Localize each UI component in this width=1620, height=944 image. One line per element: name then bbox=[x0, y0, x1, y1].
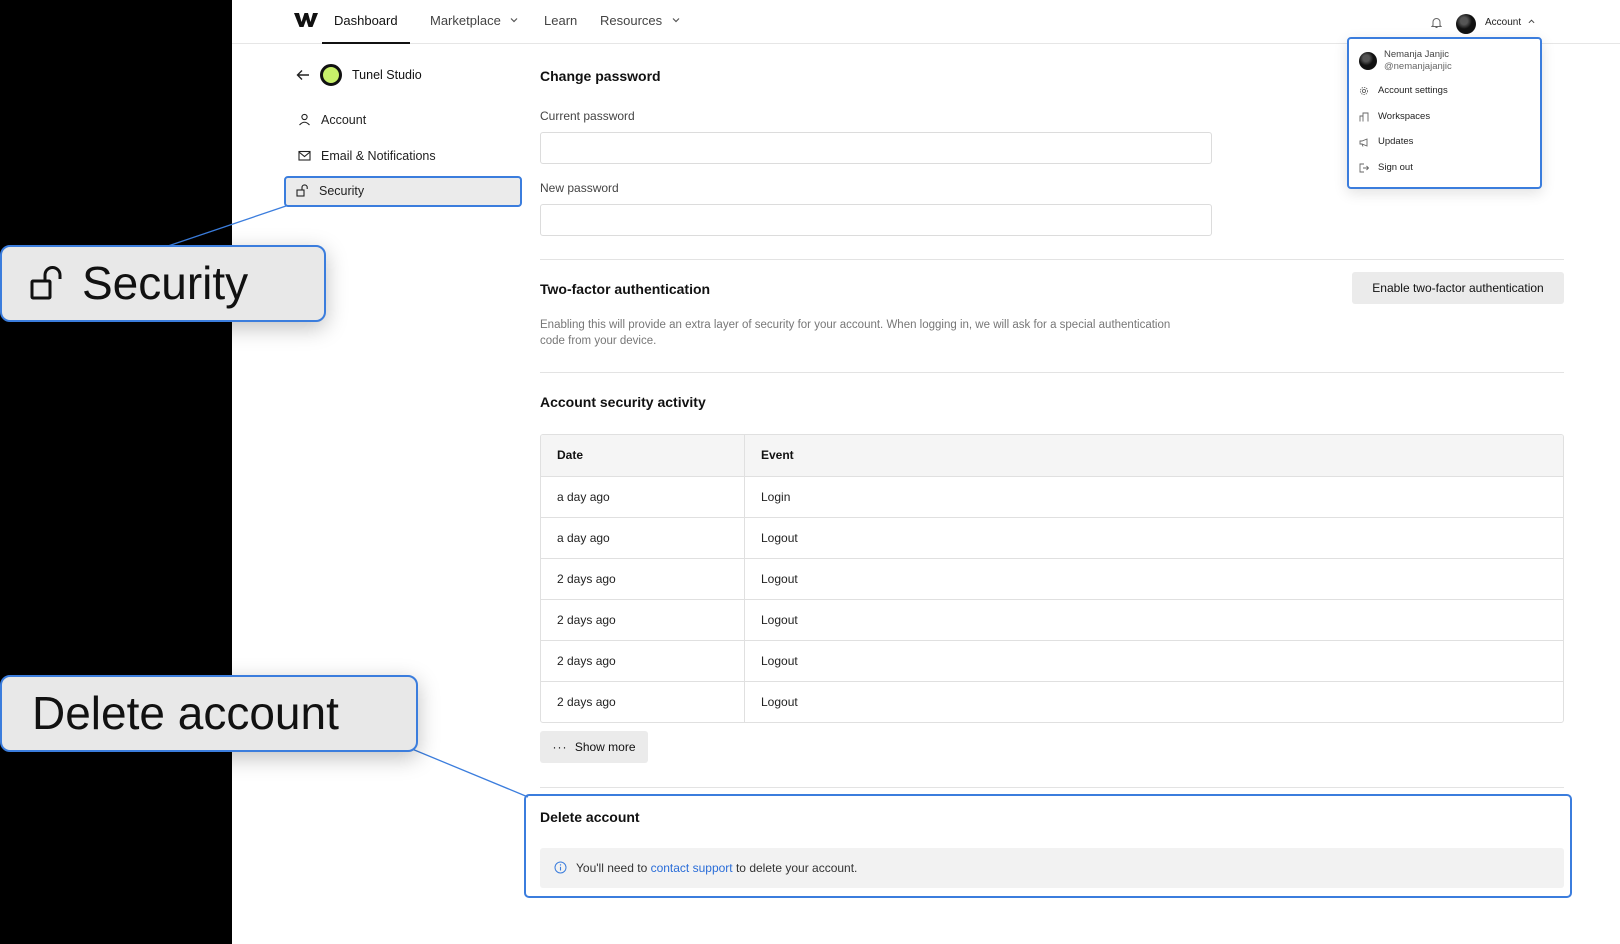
nav-learn-label: Learn bbox=[544, 13, 578, 28]
two-factor-title: Two-factor authentication bbox=[540, 281, 711, 297]
nav-learn[interactable]: Learn bbox=[544, 0, 577, 44]
cell-date: a day ago bbox=[541, 518, 745, 559]
cell-event: Logout bbox=[761, 531, 798, 545]
cell-date: a day ago bbox=[541, 477, 745, 518]
sidebar-item-label: Account bbox=[321, 113, 367, 127]
workspace-name[interactable]: Tunel Studio bbox=[352, 68, 422, 82]
current-password-label: Current password bbox=[540, 109, 635, 123]
account-menu-button[interactable]: Account bbox=[1485, 17, 1535, 28]
column-header-event: Event bbox=[761, 448, 794, 462]
chevron-down-icon bbox=[672, 18, 680, 23]
nav-resources[interactable]: Resources bbox=[600, 0, 680, 44]
table-row: 2 days ago Logout bbox=[541, 640, 1563, 682]
menu-item-label: Account settings bbox=[1378, 85, 1448, 96]
cell-date: 2 days ago bbox=[541, 600, 745, 641]
divider bbox=[540, 787, 1564, 788]
table-row: 2 days ago Logout bbox=[541, 599, 1563, 641]
cell-event: Logout bbox=[761, 654, 798, 668]
unlock-icon bbox=[30, 266, 62, 300]
new-password-field[interactable] bbox=[540, 204, 1212, 236]
delete-callout-label: Delete account bbox=[32, 687, 339, 739]
bell-icon[interactable] bbox=[1431, 17, 1442, 29]
notice-text: You'll need to contact support to delete… bbox=[576, 848, 857, 888]
enable-two-factor-button[interactable]: Enable two-factor authentication bbox=[1352, 272, 1564, 304]
chevron-up-icon bbox=[1528, 19, 1535, 24]
ellipsis-icon: ··· bbox=[552, 740, 568, 754]
security-callout-label: Security bbox=[82, 257, 249, 309]
avatar bbox=[1359, 52, 1377, 70]
show-more-button[interactable]: ··· Show more bbox=[540, 731, 648, 763]
menu-item-label: Workspaces bbox=[1378, 111, 1431, 122]
cell-event: Logout bbox=[761, 695, 798, 709]
notice-suffix: to delete your account. bbox=[732, 861, 858, 875]
avatar[interactable] bbox=[1456, 14, 1476, 34]
show-more-label: Show more bbox=[574, 740, 636, 754]
security-callout: Security bbox=[0, 245, 326, 322]
back-arrow-icon[interactable] bbox=[296, 69, 310, 81]
current-password-field[interactable] bbox=[540, 132, 1212, 164]
user-name: Nemanja Janjic bbox=[1384, 49, 1449, 60]
gear-icon bbox=[1359, 86, 1369, 96]
cell-date: 2 days ago bbox=[541, 641, 745, 682]
megaphone-icon bbox=[1359, 138, 1368, 147]
divider bbox=[540, 259, 1564, 260]
app-window: Dashboard Marketplace Learn Resources Ac… bbox=[232, 0, 1620, 944]
cell-event: Logout bbox=[761, 613, 798, 627]
activity-table: Date Event a day ago Login a day ago Log… bbox=[540, 434, 1564, 723]
cell-date: 2 days ago bbox=[541, 559, 745, 600]
contact-support-link[interactable]: contact support bbox=[651, 861, 733, 875]
sidebar-item-account[interactable]: Account bbox=[286, 105, 522, 135]
change-password-title: Change password bbox=[540, 68, 661, 84]
delete-account-section: Delete account You'll need to contact su… bbox=[524, 794, 1572, 898]
new-password-label: New password bbox=[540, 181, 619, 195]
table-row: a day ago Login bbox=[541, 476, 1563, 518]
table-row: 2 days ago Logout bbox=[541, 558, 1563, 600]
divider bbox=[540, 372, 1564, 373]
delete-account-title: Delete account bbox=[540, 809, 640, 825]
activity-title: Account security activity bbox=[540, 394, 706, 410]
sidebar-item-label: Email & Notifications bbox=[321, 149, 436, 163]
cell-event: Logout bbox=[761, 572, 798, 586]
menu-item-label: Sign out bbox=[1378, 162, 1413, 173]
workspace-avatar bbox=[320, 64, 342, 86]
nav-resources-label: Resources bbox=[600, 13, 663, 28]
cell-event: Login bbox=[761, 490, 791, 504]
account-button-label: Account bbox=[1485, 17, 1522, 28]
notice-prefix: You'll need to bbox=[576, 861, 651, 875]
nav-dashboard[interactable]: Dashboard bbox=[322, 0, 410, 44]
sidebar-item-security[interactable]: Security bbox=[284, 176, 522, 207]
user-handle: @nemanjajanjic bbox=[1384, 61, 1452, 72]
user-icon bbox=[299, 113, 310, 126]
nav-marketplace-label: Marketplace bbox=[430, 13, 501, 28]
sign-out-icon bbox=[1359, 163, 1369, 173]
two-factor-description: Enabling this will provide an extra laye… bbox=[540, 319, 1171, 347]
sidebar-item-label: Security bbox=[319, 184, 365, 198]
table-row: 2 days ago Logout bbox=[541, 681, 1563, 722]
table-header-row: Date Event bbox=[541, 435, 1563, 476]
nav-marketplace[interactable]: Marketplace bbox=[430, 0, 518, 44]
unlock-icon bbox=[296, 184, 308, 197]
delete-account-callout: Delete account bbox=[0, 675, 418, 752]
column-header-date: Date bbox=[541, 435, 745, 476]
account-dropdown: Nemanja Janjic @nemanjajanjic Account se… bbox=[1347, 37, 1542, 189]
cell-date: 2 days ago bbox=[541, 682, 745, 722]
nav-dashboard-label: Dashboard bbox=[334, 13, 398, 28]
chevron-down-icon bbox=[511, 18, 518, 23]
building-icon bbox=[1359, 112, 1369, 122]
info-icon bbox=[554, 861, 567, 874]
menu-item-label: Updates bbox=[1378, 136, 1414, 147]
table-row: a day ago Logout bbox=[541, 517, 1563, 559]
mail-icon bbox=[298, 150, 311, 161]
delete-account-notice: You'll need to contact support to delete… bbox=[540, 848, 1564, 888]
sidebar-item-email-notifications[interactable]: Email & Notifications bbox=[286, 141, 522, 171]
webflow-logo-icon[interactable] bbox=[294, 12, 318, 28]
